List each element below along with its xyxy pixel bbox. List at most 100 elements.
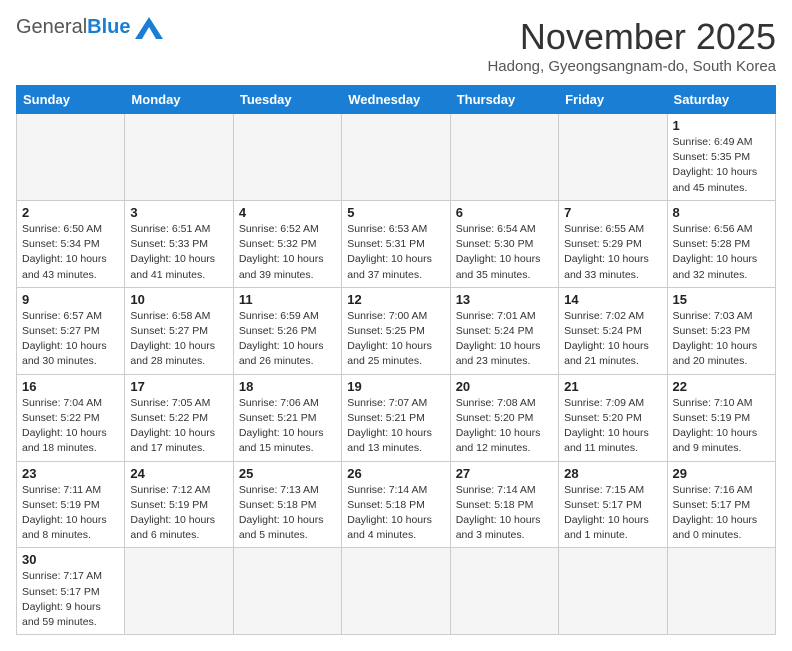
day-info: Sunrise: 7:06 AM Sunset: 5:21 PM Dayligh… [239, 396, 336, 457]
calendar-week-row: 16Sunrise: 7:04 AM Sunset: 5:22 PM Dayli… [17, 374, 776, 461]
calendar-day-cell [233, 114, 341, 201]
day-number: 11 [239, 292, 336, 307]
day-number: 22 [673, 379, 770, 394]
calendar-body: 1Sunrise: 6:49 AM Sunset: 5:35 PM Daylig… [17, 114, 776, 635]
logo-blue-text: Blue [87, 16, 130, 39]
day-number: 27 [456, 466, 553, 481]
weekday-header-row: SundayMondayTuesdayWednesdayThursdayFrid… [17, 86, 776, 114]
calendar-day-cell: 15Sunrise: 7:03 AM Sunset: 5:23 PM Dayli… [667, 287, 775, 374]
day-info: Sunrise: 7:10 AM Sunset: 5:19 PM Dayligh… [673, 396, 770, 457]
calendar-day-cell [667, 548, 775, 635]
day-info: Sunrise: 7:05 AM Sunset: 5:22 PM Dayligh… [130, 396, 227, 457]
weekday-header-cell: Wednesday [342, 86, 450, 114]
day-info: Sunrise: 7:09 AM Sunset: 5:20 PM Dayligh… [564, 396, 661, 457]
calendar-day-cell: 12Sunrise: 7:00 AM Sunset: 5:25 PM Dayli… [342, 287, 450, 374]
calendar-day-cell: 6 Sunrise: 6:54 AM Sunset: 5:30 PM Daylig… [450, 200, 558, 287]
day-info: Sunrise: 7:12 AM Sunset: 5:19 PM Dayligh… [130, 483, 227, 544]
day-info: Sunrise: 6:59 AM Sunset: 5:26 PM Dayligh… [239, 309, 336, 370]
location-title: Hadong, Gyeongsangnam-do, South Korea [487, 58, 776, 75]
calendar-day-cell: 9 Sunrise: 6:57 AM Sunset: 5:27 PM Daylig… [17, 287, 125, 374]
calendar-day-cell: 30 Sunrise: 7:17 AM Sunset: 5:17 PM Dayli… [17, 548, 125, 635]
day-number: 21 [564, 379, 661, 394]
day-info: Sunrise: 7:08 AM Sunset: 5:20 PM Dayligh… [456, 396, 553, 457]
weekday-header-cell: Thursday [450, 86, 558, 114]
calendar-day-cell: 18 Sunrise: 7:06 AM Sunset: 5:21 PM Dayli… [233, 374, 341, 461]
day-number: 8 [673, 205, 770, 220]
month-title: November 2025 [487, 16, 776, 58]
logo-icon [135, 17, 163, 39]
day-number: 28 [564, 466, 661, 481]
calendar-day-cell: 20 Sunrise: 7:08 AM Sunset: 5:20 PM Dayli… [450, 374, 558, 461]
calendar-day-cell [342, 548, 450, 635]
weekday-header-cell: Tuesday [233, 86, 341, 114]
weekday-header-cell: Sunday [17, 86, 125, 114]
calendar-day-cell: 1Sunrise: 6:49 AM Sunset: 5:35 PM Daylig… [667, 114, 775, 201]
calendar-day-cell: 29Sunrise: 7:16 AM Sunset: 5:17 PM Dayli… [667, 461, 775, 548]
day-number: 19 [347, 379, 444, 394]
calendar-day-cell: 23Sunrise: 7:11 AM Sunset: 5:19 PM Dayli… [17, 461, 125, 548]
day-info: Sunrise: 7:13 AM Sunset: 5:18 PM Dayligh… [239, 483, 336, 544]
calendar-day-cell [450, 114, 558, 201]
calendar-table: SundayMondayTuesdayWednesdayThursdayFrid… [16, 85, 776, 635]
calendar-day-cell: 27Sunrise: 7:14 AM Sunset: 5:18 PM Dayli… [450, 461, 558, 548]
calendar-day-cell: 17 Sunrise: 7:05 AM Sunset: 5:22 PM Dayli… [125, 374, 233, 461]
day-info: Sunrise: 7:17 AM Sunset: 5:17 PM Dayligh… [22, 569, 119, 630]
calendar-day-cell: 28 Sunrise: 7:15 AM Sunset: 5:17 PM Dayli… [559, 461, 667, 548]
day-number: 14 [564, 292, 661, 307]
calendar-week-row: 1Sunrise: 6:49 AM Sunset: 5:35 PM Daylig… [17, 114, 776, 201]
day-number: 13 [456, 292, 553, 307]
calendar-day-cell [233, 548, 341, 635]
calendar-day-cell: 13 Sunrise: 7:01 AM Sunset: 5:24 PM Dayli… [450, 287, 558, 374]
day-info: Sunrise: 6:56 AM Sunset: 5:28 PM Dayligh… [673, 222, 770, 283]
title-area: November 2025 Hadong, Gyeongsangnam-do, … [487, 16, 776, 75]
calendar-day-cell: 22 Sunrise: 7:10 AM Sunset: 5:19 PM Dayli… [667, 374, 775, 461]
calendar-day-cell: 25 Sunrise: 7:13 AM Sunset: 5:18 PM Dayli… [233, 461, 341, 548]
day-number: 9 [22, 292, 119, 307]
day-number: 6 [456, 205, 553, 220]
calendar-week-row: 23Sunrise: 7:11 AM Sunset: 5:19 PM Dayli… [17, 461, 776, 548]
calendar-day-cell [559, 548, 667, 635]
day-number: 30 [22, 552, 119, 567]
day-info: Sunrise: 7:02 AM Sunset: 5:24 PM Dayligh… [564, 309, 661, 370]
calendar-day-cell: 24Sunrise: 7:12 AM Sunset: 5:19 PM Dayli… [125, 461, 233, 548]
calendar-day-cell: 21 Sunrise: 7:09 AM Sunset: 5:20 PM Dayli… [559, 374, 667, 461]
calendar-day-cell: 16Sunrise: 7:04 AM Sunset: 5:22 PM Dayli… [17, 374, 125, 461]
day-info: Sunrise: 7:04 AM Sunset: 5:22 PM Dayligh… [22, 396, 119, 457]
calendar-week-row: 2Sunrise: 6:50 AM Sunset: 5:34 PM Daylig… [17, 200, 776, 287]
calendar-day-cell [125, 548, 233, 635]
day-number: 25 [239, 466, 336, 481]
calendar-week-row: 30 Sunrise: 7:17 AM Sunset: 5:17 PM Dayli… [17, 548, 776, 635]
weekday-header-cell: Friday [559, 86, 667, 114]
weekday-header-cell: Monday [125, 86, 233, 114]
day-info: Sunrise: 7:00 AM Sunset: 5:25 PM Dayligh… [347, 309, 444, 370]
day-number: 20 [456, 379, 553, 394]
day-number: 17 [130, 379, 227, 394]
calendar-day-cell: 8 Sunrise: 6:56 AM Sunset: 5:28 PM Daylig… [667, 200, 775, 287]
calendar-day-cell: 19Sunrise: 7:07 AM Sunset: 5:21 PM Dayli… [342, 374, 450, 461]
calendar-day-cell: 5Sunrise: 6:53 AM Sunset: 5:31 PM Daylig… [342, 200, 450, 287]
calendar-day-cell: 7Sunrise: 6:55 AM Sunset: 5:29 PM Daylig… [559, 200, 667, 287]
day-info: Sunrise: 7:16 AM Sunset: 5:17 PM Dayligh… [673, 483, 770, 544]
day-info: Sunrise: 6:50 AM Sunset: 5:34 PM Dayligh… [22, 222, 119, 283]
day-number: 5 [347, 205, 444, 220]
calendar-day-cell [342, 114, 450, 201]
calendar-day-cell [559, 114, 667, 201]
calendar-day-cell: 3Sunrise: 6:51 AM Sunset: 5:33 PM Daylig… [125, 200, 233, 287]
day-number: 10 [130, 292, 227, 307]
day-number: 18 [239, 379, 336, 394]
calendar-day-cell [450, 548, 558, 635]
day-info: Sunrise: 6:58 AM Sunset: 5:27 PM Dayligh… [130, 309, 227, 370]
day-info: Sunrise: 7:03 AM Sunset: 5:23 PM Dayligh… [673, 309, 770, 370]
calendar-day-cell: 2Sunrise: 6:50 AM Sunset: 5:34 PM Daylig… [17, 200, 125, 287]
logo-general-text: General [16, 16, 87, 39]
day-info: Sunrise: 6:57 AM Sunset: 5:27 PM Dayligh… [22, 309, 119, 370]
day-info: Sunrise: 6:54 AM Sunset: 5:30 PM Dayligh… [456, 222, 553, 283]
calendar-day-cell: 14 Sunrise: 7:02 AM Sunset: 5:24 PM Dayli… [559, 287, 667, 374]
logo: General Blue [16, 16, 163, 39]
calendar-day-cell: 11 Sunrise: 6:59 AM Sunset: 5:26 PM Dayli… [233, 287, 341, 374]
day-info: Sunrise: 7:01 AM Sunset: 5:24 PM Dayligh… [456, 309, 553, 370]
calendar-day-cell: 4Sunrise: 6:52 AM Sunset: 5:32 PM Daylig… [233, 200, 341, 287]
day-info: Sunrise: 7:15 AM Sunset: 5:17 PM Dayligh… [564, 483, 661, 544]
weekday-header-cell: Saturday [667, 86, 775, 114]
day-number: 26 [347, 466, 444, 481]
